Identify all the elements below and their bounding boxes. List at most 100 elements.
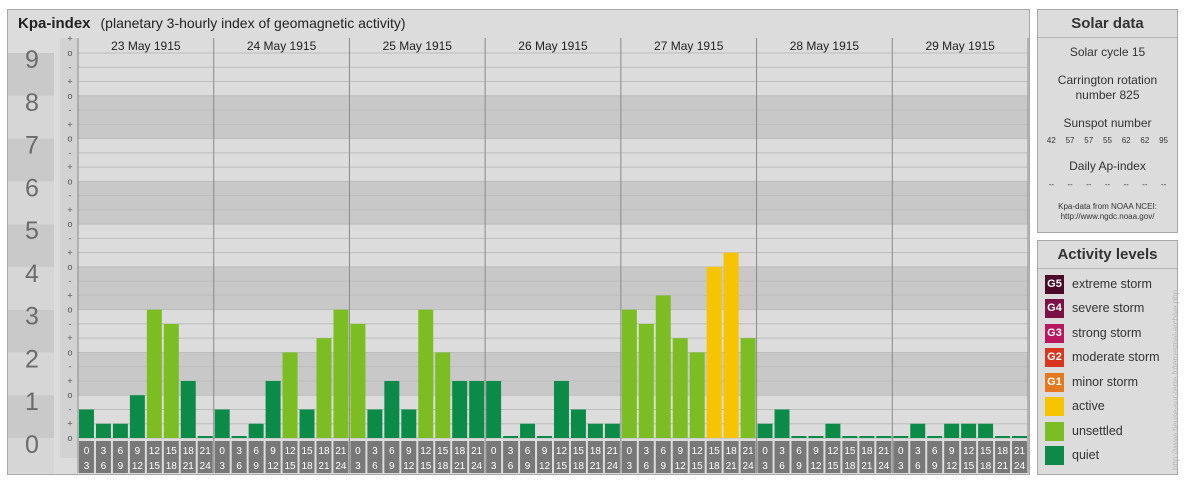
ap-value: --: [1086, 180, 1092, 189]
interval-start-label: 0: [355, 446, 361, 457]
y-subtick-label: -: [69, 319, 72, 329]
interval-start-label: 6: [118, 446, 124, 457]
kp-bar: [1012, 436, 1027, 438]
kp-bar: [587, 423, 603, 438]
kp-bar: [723, 252, 739, 438]
y-subtick-label: -: [69, 404, 72, 414]
interval-end-label: 3: [491, 461, 497, 472]
kp-bar: [452, 380, 468, 438]
kp-bar: [503, 436, 519, 438]
interval-end-label: 15: [556, 461, 568, 472]
interval-start-label: 3: [779, 446, 785, 457]
plot-band: [78, 95, 1028, 139]
day-label: 29 May 1915: [925, 39, 995, 53]
interval-end-label: 18: [573, 461, 585, 472]
kp-bar: [231, 436, 247, 438]
interval-start-label: 9: [270, 446, 276, 457]
legend-swatch-unsettled: [1045, 421, 1064, 441]
y-subtick-label: +: [67, 290, 72, 300]
y-subtick-label: o: [67, 433, 72, 443]
legend-item-unsettled: unsettled: [1045, 421, 1123, 441]
y-subtick-label: o: [67, 262, 72, 272]
interval-end-label: 9: [253, 461, 259, 472]
interval-start-label: 0: [219, 446, 225, 457]
interval-end-label: 12: [132, 461, 144, 472]
interval-start-label: 18: [726, 446, 738, 457]
kp-bar: [520, 423, 536, 438]
interval-end-label: 12: [539, 461, 551, 472]
y-subtick-label: +: [67, 162, 72, 172]
day-label: 25 May 1915: [383, 39, 453, 53]
kp-bar: [740, 338, 756, 438]
kp-bar: [537, 436, 552, 438]
interval-end-label: 3: [762, 461, 768, 472]
y-subtick-label: o: [67, 219, 72, 229]
kp-bar: [214, 409, 230, 438]
interval-end-label: 12: [268, 461, 280, 472]
interval-end-label: 18: [301, 461, 313, 472]
plot-band: [78, 224, 1028, 267]
interval-end-label: 15: [149, 461, 161, 472]
y-tick-label: 3: [25, 303, 39, 331]
interval-end-label: 21: [590, 461, 602, 472]
interval-start-label: 18: [454, 446, 466, 457]
interval-end-label: 15: [963, 461, 975, 472]
interval-start-label: 15: [301, 446, 313, 457]
interval-start-label: 18: [590, 446, 602, 457]
interval-end-label: 6: [779, 461, 785, 472]
sunspot-value: 57: [1065, 136, 1075, 145]
interval-start-label: 18: [861, 446, 873, 457]
legend-label: minor storm: [1072, 375, 1138, 389]
legend-label: quiet: [1072, 448, 1100, 462]
day-label: 23 May 1915: [111, 39, 181, 53]
kp-bar: [79, 409, 94, 438]
interval-end-label: 9: [660, 461, 666, 472]
daily-ap-values: -- -- -- -- -- -- --: [1038, 180, 1177, 190]
interval-end-label: 21: [726, 461, 738, 472]
y-subtick-label: -: [69, 62, 72, 72]
interval-start-label: 6: [796, 446, 802, 457]
day-label: 24 May 1915: [247, 39, 317, 53]
interval-end-label: 24: [200, 461, 212, 472]
ap-value: --: [1160, 180, 1167, 189]
interval-end-label: 3: [219, 461, 225, 472]
legend-item-moderate-storm: G2 moderate storm: [1045, 347, 1160, 367]
carrington-rotation-line2: number 825: [1075, 88, 1140, 102]
interval-end-label: 24: [878, 461, 890, 472]
interval-start-label: 3: [236, 446, 242, 457]
interval-start-label: 0: [627, 446, 633, 457]
interval-end-label: 3: [355, 461, 361, 472]
interval-start-label: 18: [183, 446, 195, 457]
kp-bar: [435, 352, 451, 438]
interval-start-label: 6: [525, 446, 531, 457]
ap-value: --: [1123, 180, 1129, 189]
interval-start-label: 6: [932, 446, 938, 457]
kp-bar: [859, 436, 875, 438]
kp-bar: [384, 380, 400, 438]
solar-cycle: Solar cycle 15: [1069, 45, 1146, 59]
interval-start-label: 9: [406, 446, 412, 457]
interval-start-label: 21: [200, 446, 212, 457]
ap-value: --: [1048, 180, 1055, 189]
interval-end-label: 6: [101, 461, 107, 472]
sunspot-values: 42 57 57 55 62 62 95: [1038, 136, 1177, 146]
kp-bar: [129, 395, 145, 438]
interval-start-label: 15: [573, 446, 585, 457]
y-subtick-label: -: [69, 105, 72, 115]
kp-bar: [706, 266, 722, 438]
sunspot-value: 55: [1103, 136, 1112, 145]
interval-end-label: 24: [607, 461, 619, 472]
interval-end-label: 15: [420, 461, 432, 472]
interval-end-label: 9: [118, 461, 124, 472]
legend-swatch-g4: G4: [1045, 298, 1064, 318]
interval-start-label: 9: [677, 446, 683, 457]
plot-band: [78, 53, 1028, 96]
plot-band: [78, 266, 1028, 310]
kp-bar: [469, 380, 485, 438]
kp-bar: [604, 423, 620, 438]
interval-end-label: 12: [675, 461, 687, 472]
source-link[interactable]: http://www.ngdc.noaa.gov/: [1038, 212, 1177, 222]
interval-start-label: 15: [844, 446, 856, 457]
activity-levels-panel: Activity levels G5 extreme storm G4 seve…: [1037, 240, 1178, 475]
interval-end-label: 6: [508, 461, 514, 472]
